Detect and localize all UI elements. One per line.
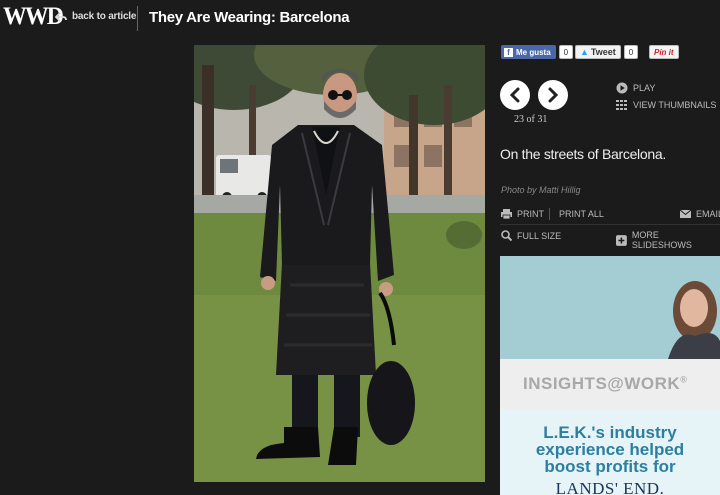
ad-copy-line: experience helped bbox=[535, 440, 685, 459]
tweet-label: Tweet bbox=[590, 47, 616, 57]
ad-brand: LANDS' END. bbox=[555, 479, 665, 495]
top-bar: WWD back to article They Are Wearing: Ba… bbox=[0, 0, 720, 38]
full-size-button[interactable]: FULL SIZE bbox=[501, 230, 561, 241]
twitter-bird-icon: ▲ bbox=[580, 47, 589, 57]
facebook-like-label: Me gusta bbox=[516, 47, 551, 57]
facebook-like-button[interactable]: f Me gusta bbox=[501, 45, 556, 59]
wwd-logo[interactable]: WWD bbox=[3, 3, 64, 31]
thumbnails-label: VIEW THUMBNAILS bbox=[633, 100, 717, 110]
print-label: PRINT bbox=[517, 209, 544, 219]
email-label: EMAIL bbox=[696, 209, 720, 219]
print-all-button[interactable]: PRINT ALL bbox=[559, 209, 604, 219]
ad-headline-text: INSIGHTS@WORK bbox=[523, 374, 681, 393]
ad-copy-line: L.E.K.'s industry bbox=[543, 423, 677, 442]
back-arrow-icon bbox=[55, 11, 67, 22]
play-slideshow-button[interactable]: PLAY bbox=[616, 82, 655, 94]
header-divider bbox=[137, 6, 138, 31]
back-label: back to article bbox=[72, 11, 137, 22]
magnifier-icon bbox=[501, 230, 512, 241]
photo-credit: Photo by Matti Hillig bbox=[501, 185, 581, 195]
more-slideshows-label: MORE SLIDESHOWS bbox=[631, 230, 692, 250]
plus-icon bbox=[616, 234, 627, 246]
print-button[interactable]: PRINT bbox=[501, 209, 544, 219]
envelope-icon bbox=[680, 210, 691, 218]
tweet-button[interactable]: ▲ Tweet bbox=[575, 45, 621, 59]
grid-icon bbox=[616, 100, 627, 110]
previous-slide-button[interactable] bbox=[500, 80, 530, 110]
ad-copy: L.E.K.'s industry experience helped boos… bbox=[500, 424, 720, 475]
play-icon bbox=[616, 82, 628, 94]
action-separator bbox=[549, 208, 550, 220]
advertisement[interactable]: INSIGHTS@WORK® L.E.K.'s industry experie… bbox=[500, 256, 720, 495]
email-button[interactable]: EMAIL bbox=[680, 209, 720, 219]
play-label: PLAY bbox=[633, 83, 656, 93]
page-title: They Are Wearing: Barcelona bbox=[149, 9, 350, 26]
facebook-icon: f bbox=[504, 47, 513, 57]
ad-photo bbox=[500, 256, 720, 359]
slideshow-photo[interactable] bbox=[194, 45, 485, 482]
pinterest-widget: Pin it bbox=[649, 45, 679, 59]
pin-it-button[interactable]: Pin it bbox=[649, 45, 679, 59]
tweet-widget: ▲ Tweet 0 bbox=[575, 45, 639, 59]
photo-image bbox=[194, 45, 485, 482]
slide-counter: 23 of 31 bbox=[514, 114, 548, 125]
action-divider bbox=[500, 224, 720, 225]
facebook-like-count: 0 bbox=[558, 45, 574, 59]
back-to-article-link[interactable]: back to article bbox=[55, 11, 136, 22]
chevron-left-icon bbox=[509, 87, 520, 103]
view-thumbnails-button[interactable]: VIEW THUMBNAILS bbox=[616, 100, 716, 110]
next-slide-button[interactable] bbox=[538, 80, 568, 110]
tweet-count: 0 bbox=[623, 45, 639, 59]
facebook-like-widget: f Me gusta 0 bbox=[501, 45, 574, 59]
ad-copy-line: boost profits for bbox=[544, 457, 676, 476]
full-size-label: FULL SIZE bbox=[517, 230, 562, 241]
print-all-label: PRINT ALL bbox=[559, 209, 604, 219]
more-slideshows-button[interactable]: MORE SLIDESHOWS bbox=[616, 230, 720, 250]
ad-trademark: ® bbox=[680, 374, 688, 385]
slide-caption: On the streets of Barcelona. bbox=[500, 146, 666, 162]
chevron-right-icon bbox=[548, 87, 559, 103]
ad-headline: INSIGHTS@WORK® bbox=[523, 374, 687, 394]
printer-icon bbox=[501, 209, 512, 219]
